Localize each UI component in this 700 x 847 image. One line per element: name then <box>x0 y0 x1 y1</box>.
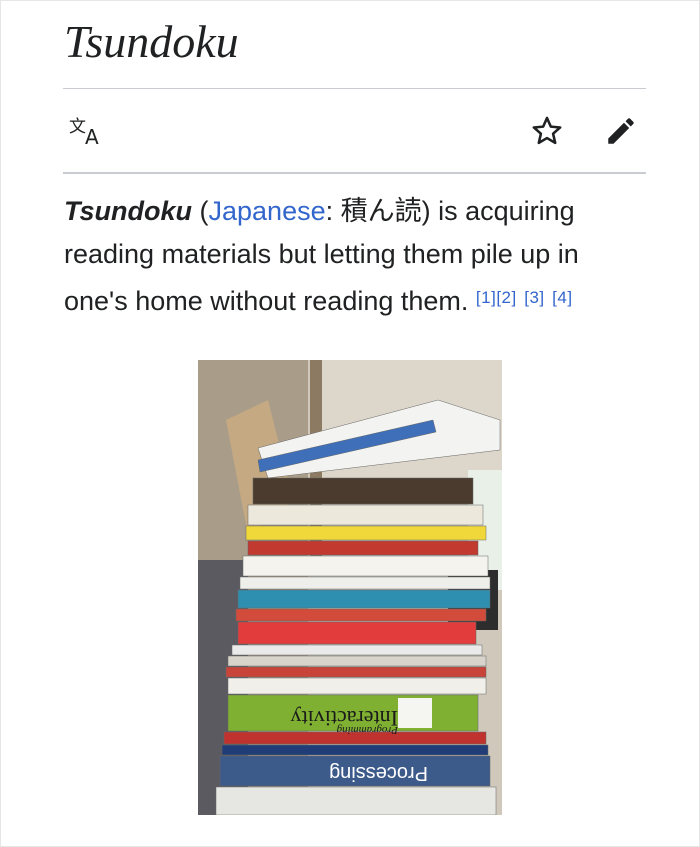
lead-close-paren: ) <box>421 196 431 226</box>
page-title: Tsundoku <box>64 16 239 67</box>
reference-link-2[interactable]: [2] <box>496 288 516 307</box>
lead-native-text: : 積ん読 <box>325 196 422 226</box>
reference-link-4[interactable]: [4] <box>552 288 572 307</box>
japanese-language-link[interactable]: Japanese <box>209 196 326 226</box>
reference-link-1[interactable]: [1] <box>476 288 496 307</box>
lead-paragraph: Tsundoku (Japanese: 積ん読) is acquiring re… <box>64 190 649 323</box>
book-stack-photo[interactable]: Interactivity Processing Programming <box>198 360 502 815</box>
book-stack-illustration: Interactivity Processing Programming <box>198 360 502 815</box>
edit-icon[interactable] <box>604 114 638 148</box>
reference-link-3[interactable]: [3] <box>524 288 544 307</box>
svg-text:A: A <box>85 125 99 148</box>
book-spine-processing: Processing <box>329 762 428 784</box>
title-divider <box>63 88 646 89</box>
book-spine-programming: Programming <box>336 724 399 736</box>
star-icon[interactable] <box>530 114 564 148</box>
toolbar-divider <box>63 172 646 174</box>
language-icon[interactable]: 文 A <box>68 116 106 149</box>
lead-open-paren: ( <box>192 196 209 226</box>
svg-text:文: 文 <box>69 117 86 137</box>
lead-term: Tsundoku <box>64 196 192 226</box>
